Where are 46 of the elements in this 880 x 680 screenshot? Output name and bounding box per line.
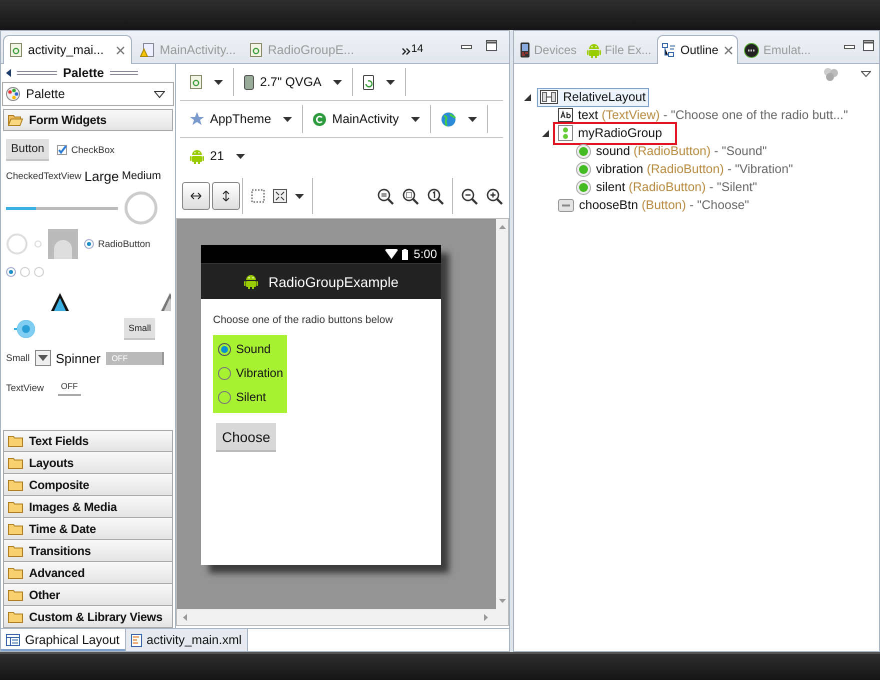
checkbox-label: CheckBox <box>71 144 115 156</box>
radio-label: Silent <box>236 390 266 404</box>
category-header[interactable]: Layouts <box>3 452 173 474</box>
status-time: 5:00 <box>414 247 437 261</box>
category-header[interactable]: Form Widgets <box>3 109 173 131</box>
radio-button-label: RadioButton <box>98 238 150 250</box>
editor-tab[interactable]: activity_mai... <box>3 35 132 64</box>
editor-mode-tab[interactable]: activity_main.xml <box>126 629 248 651</box>
category-header[interactable]: Advanced <box>3 562 173 584</box>
category-header[interactable]: Custom & Library Views <box>3 606 173 628</box>
outline-item[interactable]: sound (RadioButton) - "Sound" <box>573 142 770 160</box>
api-level-dropdown[interactable]: 21 <box>186 148 249 164</box>
app-title: RadioGroupExample <box>268 274 398 290</box>
category-header[interactable]: Composite <box>3 474 173 496</box>
checked-text-view: CheckedTextView <box>6 170 82 182</box>
palette-selector[interactable]: Palette <box>2 82 174 106</box>
small-text: Small <box>6 352 30 364</box>
medium-text: Medium <box>122 170 161 182</box>
category-header[interactable]: Transitions <box>3 540 173 562</box>
spinner-label: Spinner <box>56 350 101 366</box>
category-header[interactable]: Text Fields <box>3 430 173 452</box>
theme-dropdown[interactable]: AppTheme <box>186 112 296 126</box>
outline-item[interactable]: RelativeLayout <box>537 88 649 106</box>
editor-mode-tab[interactable]: Graphical Layout <box>1 629 126 651</box>
radio-label: Vibration <box>236 366 284 380</box>
view-tab[interactable]: Outline <box>657 35 738 64</box>
outline-item[interactable]: vibration (RadioButton) - "Vibration" <box>573 160 796 178</box>
prompt-text: Choose one of the radio buttons below <box>213 314 393 326</box>
activity-dropdown[interactable]: MainActivity <box>309 112 424 126</box>
category-header[interactable]: Time & Date <box>3 518 173 540</box>
text-view: TextView <box>6 382 44 394</box>
device-dropdown[interactable]: 2.7" QVGA <box>240 74 346 90</box>
more-tabs-button[interactable]: 14 <box>402 43 424 55</box>
outline-item[interactable]: myRadioGroup <box>555 124 676 142</box>
small-button[interactable]: Small <box>124 318 155 340</box>
large-text: Large <box>84 168 119 184</box>
switch[interactable]: OFF <box>58 380 81 396</box>
choose-button[interactable]: Choose <box>216 423 276 452</box>
button[interactable]: Button <box>6 139 50 161</box>
category-header[interactable]: Other <box>3 584 173 606</box>
category-header[interactable]: Images & Media <box>3 496 173 518</box>
outline-item[interactable]: text (TextView) - "Choose one of the radio butt..." <box>555 106 851 124</box>
palette-title: Palette <box>63 66 104 80</box>
radio-label: Sound <box>236 342 271 356</box>
outline-item[interactable]: chooseBtn (Button) - "Choose" <box>555 196 752 214</box>
outline-item[interactable]: silent (RadioButton) - "Silent" <box>573 178 760 196</box>
